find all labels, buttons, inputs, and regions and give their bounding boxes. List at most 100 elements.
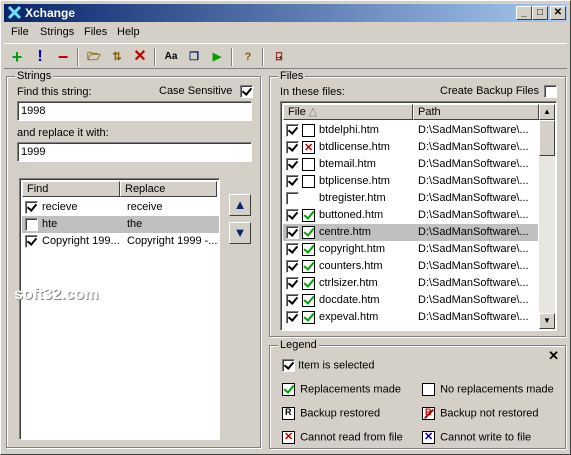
case-sensitive-checkbox[interactable]	[240, 85, 253, 98]
exclamation-icon[interactable]: !	[30, 47, 50, 67]
legend-group: Legend ✕ Item is selected Replacements m…	[269, 339, 566, 449]
vertical-scrollbar[interactable]: ▲ ▼	[539, 104, 555, 329]
file-select-checkbox[interactable]	[286, 277, 299, 290]
move-up-button[interactable]: ▲	[229, 194, 251, 216]
help-icon[interactable]: ?	[238, 47, 258, 67]
column-header-path[interactable]: Path	[413, 104, 539, 120]
file-row[interactable]: buttoned.htm D:\SadManSoftware\...	[283, 207, 538, 224]
open-icon[interactable]: 🗁	[84, 47, 104, 67]
file-select-checkbox[interactable]	[286, 141, 299, 154]
no-replacements-icon	[302, 175, 315, 188]
file-row[interactable]: centre.htm D:\SadManSoftware\...	[283, 224, 538, 241]
case-sensitive-label: Case Sensitive	[159, 85, 233, 97]
remove-icon[interactable]: −	[53, 47, 73, 67]
minimize-button[interactable]: _	[516, 6, 532, 20]
copy-icon[interactable]: ❐	[184, 47, 204, 67]
file-select-checkbox[interactable]	[286, 124, 299, 137]
file-row[interactable]: btplicense.htm D:\SadManSoftware\...	[283, 173, 538, 190]
column-header-replace[interactable]: Replace	[120, 181, 217, 197]
scroll-down-icon[interactable]: ▼	[539, 313, 555, 329]
list-item[interactable]: Copyright 199... Copyright 1999 -...	[22, 233, 219, 250]
strings-group: Strings Find this string: Case Sensitive…	[6, 70, 261, 448]
file-name-cell: centre.htm	[319, 226, 371, 238]
run-icon[interactable]: ▶	[207, 47, 227, 67]
find-cell: Copyright 199...	[42, 235, 120, 247]
find-input[interactable]	[17, 101, 252, 121]
list-item[interactable]: hte the	[22, 216, 219, 233]
file-name-cell: counters.htm	[319, 260, 383, 272]
file-header-label: File	[288, 106, 306, 118]
file-path-cell: D:\SadManSoftware\...	[418, 277, 529, 289]
menu-strings[interactable]: Strings	[40, 26, 74, 38]
file-select-checkbox[interactable]	[286, 158, 299, 171]
strings-group-title: Strings	[15, 70, 54, 82]
replace-label: and replace it with:	[17, 127, 109, 139]
move-down-button[interactable]: ▼	[229, 222, 251, 244]
file-path-cell: D:\SadManSoftware\...	[418, 124, 529, 136]
in-files-label: In these files:	[280, 86, 345, 98]
menu-help[interactable]: Help	[117, 26, 140, 38]
file-select-checkbox[interactable]	[286, 243, 299, 256]
file-select-checkbox[interactable]	[286, 260, 299, 273]
file-path-cell: D:\SadManSoftware\...	[418, 158, 529, 170]
file-row[interactable]: btdlicense.htm D:\SadManSoftware\...	[283, 139, 538, 157]
column-header-file[interactable]: File △	[283, 104, 413, 120]
scroll-up-icon[interactable]: ▲	[539, 104, 555, 120]
files-group-title: Files	[278, 70, 306, 82]
delete-icon[interactable]: ✕	[130, 47, 150, 67]
file-name-cell: buttoned.htm	[319, 209, 384, 221]
file-select-checkbox[interactable]	[286, 192, 299, 205]
file-name-cell: btemail.htm	[319, 158, 376, 170]
list-item[interactable]: recieve receive	[22, 199, 219, 216]
column-header-find[interactable]: Find	[22, 181, 120, 197]
find-cell: hte	[42, 218, 58, 230]
cannot-write-icon	[422, 430, 435, 444]
menu-files[interactable]: Files	[84, 26, 107, 38]
row-checkbox[interactable]	[25, 235, 38, 248]
replacements-made-icon	[302, 260, 315, 273]
file-select-checkbox[interactable]	[286, 226, 299, 239]
create-backup-checkbox[interactable]	[544, 85, 557, 98]
close-button[interactable]: ✕	[550, 6, 566, 20]
maximize-button[interactable]: □	[532, 6, 548, 20]
replacements-made-icon	[302, 243, 315, 256]
file-row[interactable]: btregister.htm D:\SadManSoftware\...	[283, 190, 538, 207]
file-row[interactable]: btemail.htm D:\SadManSoftware\...	[283, 156, 538, 173]
exit-icon[interactable]: ⍈	[269, 47, 289, 67]
legend-item: No replacements made	[422, 383, 554, 396]
legend-item: Backup restored	[282, 407, 380, 420]
legend-item: Cannot write to file	[422, 430, 531, 444]
file-select-checkbox[interactable]	[286, 311, 299, 324]
find-cell: recieve	[42, 201, 78, 213]
close-legend-icon[interactable]: ✕	[548, 348, 559, 364]
legend-label: Cannot read from file	[300, 431, 403, 444]
file-select-checkbox[interactable]	[286, 209, 299, 222]
row-checkbox[interactable]	[25, 218, 38, 231]
no-replacements-icon	[302, 158, 315, 171]
file-row[interactable]: docdate.htm D:\SadManSoftware\...	[283, 292, 538, 309]
file-select-checkbox[interactable]	[286, 175, 299, 188]
file-path-cell: D:\SadManSoftware\...	[418, 311, 529, 323]
replace-input[interactable]	[17, 142, 252, 162]
scroll-thumb[interactable]	[539, 120, 555, 156]
file-name-cell: expeval.htm	[319, 311, 379, 323]
file-path-cell: D:\SadManSoftware\...	[418, 192, 529, 204]
font-case-icon[interactable]: Aa	[161, 47, 181, 67]
backup-not-restored-icon	[422, 407, 435, 420]
file-name-cell: btdelphi.htm	[319, 124, 379, 136]
file-select-checkbox[interactable]	[286, 294, 299, 307]
menu-file[interactable]: File	[11, 26, 29, 38]
file-row[interactable]: copyright.htm D:\SadManSoftware\...	[283, 241, 538, 258]
file-name-cell: btdlicense.htm	[319, 141, 390, 153]
file-name-cell: ctrlsizer.htm	[319, 277, 378, 289]
row-checkbox[interactable]	[25, 201, 38, 214]
file-row[interactable]: expeval.htm D:\SadManSoftware\...	[283, 309, 538, 326]
sort-icon[interactable]: ⇅	[107, 47, 127, 67]
strings-list[interactable]: Find Replace recieve receive hte the Cop…	[19, 178, 220, 440]
file-row[interactable]: ctrlsizer.htm D:\SadManSoftware\...	[283, 275, 538, 292]
find-label: Find this string:	[17, 86, 92, 98]
add-icon[interactable]: +	[7, 47, 27, 67]
files-list[interactable]: File △ Path btdelphi.htm D:\SadManSoftwar…	[280, 101, 557, 331]
file-row[interactable]: btdelphi.htm D:\SadManSoftware\...	[283, 122, 538, 139]
file-row[interactable]: counters.htm D:\SadManSoftware\...	[283, 258, 538, 275]
